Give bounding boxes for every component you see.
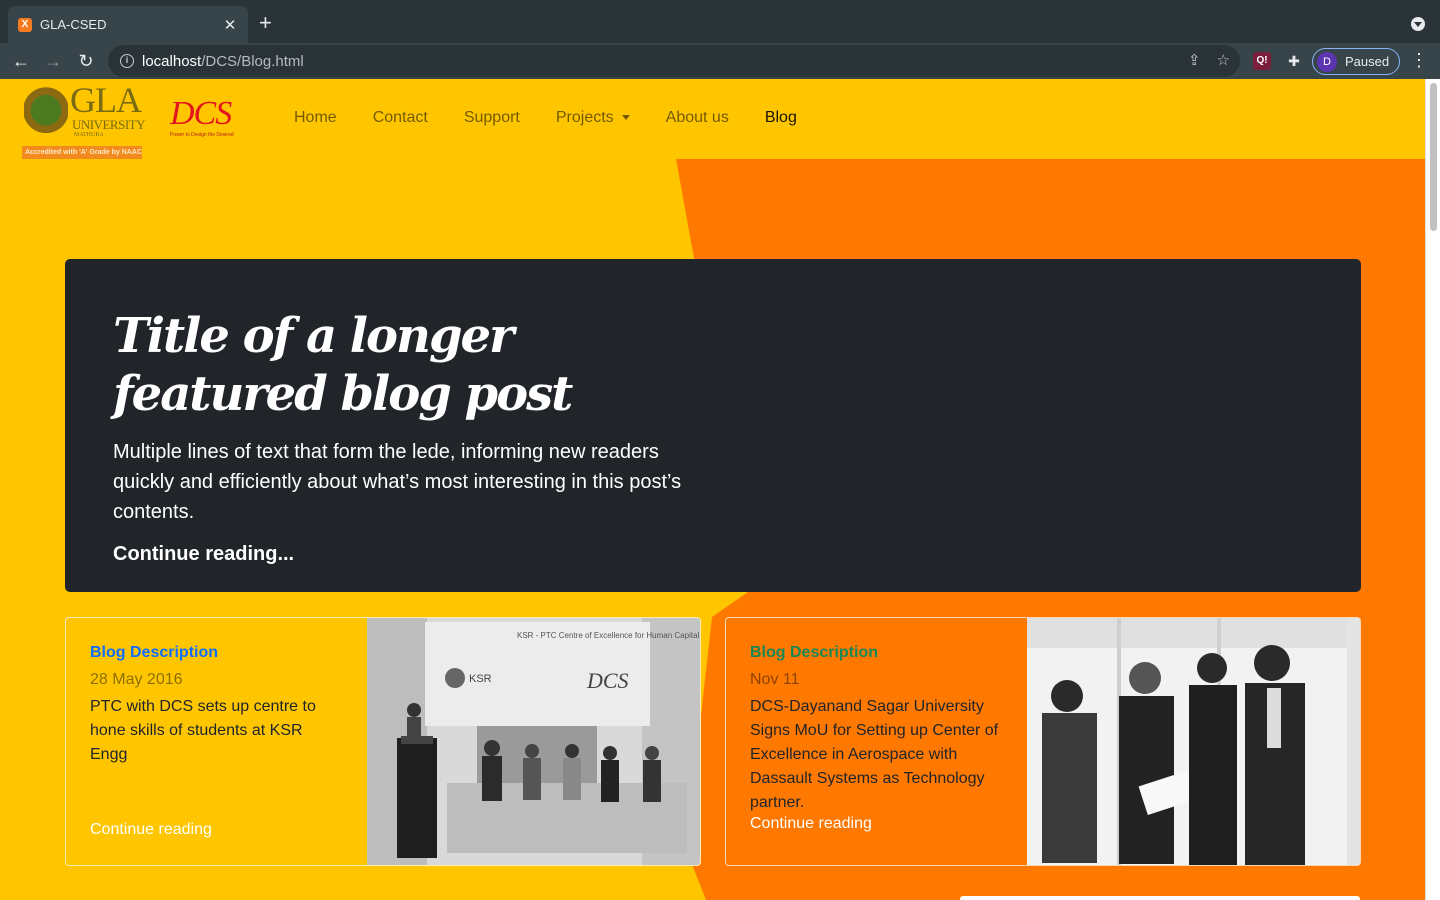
- nav-projects-dropdown[interactable]: Projects: [556, 109, 630, 127]
- tab-search-icon[interactable]: [1411, 17, 1425, 31]
- card-continue-link[interactable]: Continue reading: [750, 815, 1003, 833]
- blog-card-dsu: Blog Description Nov 11 DCS-Dayanand Sag…: [725, 617, 1361, 866]
- blog-card-ksr: Blog Description 28 May 2016 PTC with DC…: [65, 617, 701, 866]
- back-arrow-icon[interactable]: ←: [8, 48, 34, 74]
- card-continue-link[interactable]: Continue reading: [90, 821, 212, 839]
- browser-tab-bar: X GLA-CSED ✕ +: [0, 0, 1440, 43]
- xampp-favicon-icon: X: [18, 17, 32, 32]
- page-viewport: GLA UNIVERSITY MATHURA Accredited with '…: [0, 79, 1425, 900]
- photo-banner-title: KSR - PTC Centre of Excellence for Human…: [517, 631, 701, 640]
- forward-arrow-icon[interactable]: →: [40, 48, 66, 74]
- photo-banner-ksr: KSR: [469, 673, 492, 685]
- dcs-logo[interactable]: DCS Power to Design the Desired: [170, 97, 242, 141]
- extension-q-icon[interactable]: Q!: [1253, 52, 1271, 70]
- url-path: /DCS/Blog.html: [201, 52, 304, 70]
- card-date: Nov 11: [750, 671, 800, 688]
- card-category: Blog Description: [90, 644, 219, 661]
- nav-projects-label: Projects: [555, 109, 614, 126]
- gla-logo-city: MATHURA: [74, 132, 104, 138]
- gla-logo-university: UNIVERSITY: [72, 117, 146, 132]
- card-body: Blog Description 28 May 2016 PTC with DC…: [66, 618, 367, 865]
- close-tab-icon[interactable]: ✕: [222, 16, 238, 34]
- dcs-logo-text: DCS: [170, 95, 232, 132]
- photo-banner-dcs: DCS: [586, 668, 629, 693]
- share-icon[interactable]: ⇪: [1188, 51, 1201, 69]
- card-body: Blog Description Nov 11 DCS-Dayanand Sag…: [726, 618, 1027, 865]
- featured-post: Title of a longer featured blog post Mul…: [65, 259, 1361, 592]
- site-info-icon[interactable]: i: [120, 54, 134, 68]
- featured-lede: Multiple lines of text that form the led…: [113, 441, 682, 523]
- card-photo-ksr-event: KSR - PTC Centre of Excellence for Human…: [367, 618, 701, 865]
- gla-logo-text: GLA: [70, 80, 142, 120]
- tab-title: GLA-CSED: [40, 17, 107, 32]
- extensions-puzzle-icon[interactable]: ✚: [1285, 52, 1303, 70]
- url-host: localhost: [142, 52, 202, 70]
- nav-blog[interactable]: Blog: [765, 109, 797, 127]
- card-text: PTC with DCS sets up centre to hone skil…: [90, 698, 316, 763]
- profile-button[interactable]: D Paused: [1312, 48, 1400, 75]
- bookmark-star-icon[interactable]: ☆: [1217, 51, 1230, 69]
- caret-down-icon: [621, 115, 630, 121]
- card-text: DCS-Dayanand Sagar University Signs MoU …: [750, 698, 999, 811]
- site-navbar: GLA UNIVERSITY MATHURA Accredited with '…: [0, 79, 1425, 159]
- page-scrollbar[interactable]: [1425, 79, 1440, 900]
- next-card-edge: [960, 896, 1360, 900]
- new-tab-icon[interactable]: +: [259, 12, 272, 34]
- browser-toolbar: ← → ↻ i localhost/DCS/Blog.html ⇪ ☆ Q! ✚…: [0, 43, 1440, 79]
- address-bar[interactable]: i localhost/DCS/Blog.html ⇪ ☆: [108, 45, 1240, 77]
- browser-tab[interactable]: X GLA-CSED ✕: [8, 6, 248, 43]
- reload-icon[interactable]: ↻: [73, 48, 99, 74]
- card-date: 28 May 2016: [90, 671, 183, 688]
- card-photo-mou-signing: [1027, 618, 1360, 865]
- featured-title: Title of a longer featured blog post: [113, 308, 573, 422]
- nav-home[interactable]: Home: [294, 109, 337, 127]
- nav-support[interactable]: Support: [464, 109, 520, 127]
- dcs-logo-tagline: Power to Design the Desired: [170, 132, 234, 138]
- avatar: D: [1317, 51, 1337, 72]
- gla-university-logo[interactable]: GLA UNIVERSITY MATHURA Accredited with '…: [22, 80, 146, 159]
- gla-naac-badge: Accredited with 'A' Grade by NAAC: [22, 146, 142, 159]
- nav-about[interactable]: About us: [666, 109, 729, 127]
- scrollbar-thumb[interactable]: [1430, 83, 1437, 231]
- gla-crest-icon: [24, 85, 68, 141]
- profile-status: Paused: [1345, 54, 1390, 69]
- card-category: Blog Description: [750, 644, 879, 661]
- featured-continue-link[interactable]: Continue reading...: [113, 543, 1313, 566]
- nav-contact[interactable]: Contact: [373, 109, 428, 127]
- browser-menu-icon[interactable]: ⋮: [1410, 50, 1428, 71]
- nav-links: Home Contact Support Projects About us B…: [294, 109, 833, 127]
